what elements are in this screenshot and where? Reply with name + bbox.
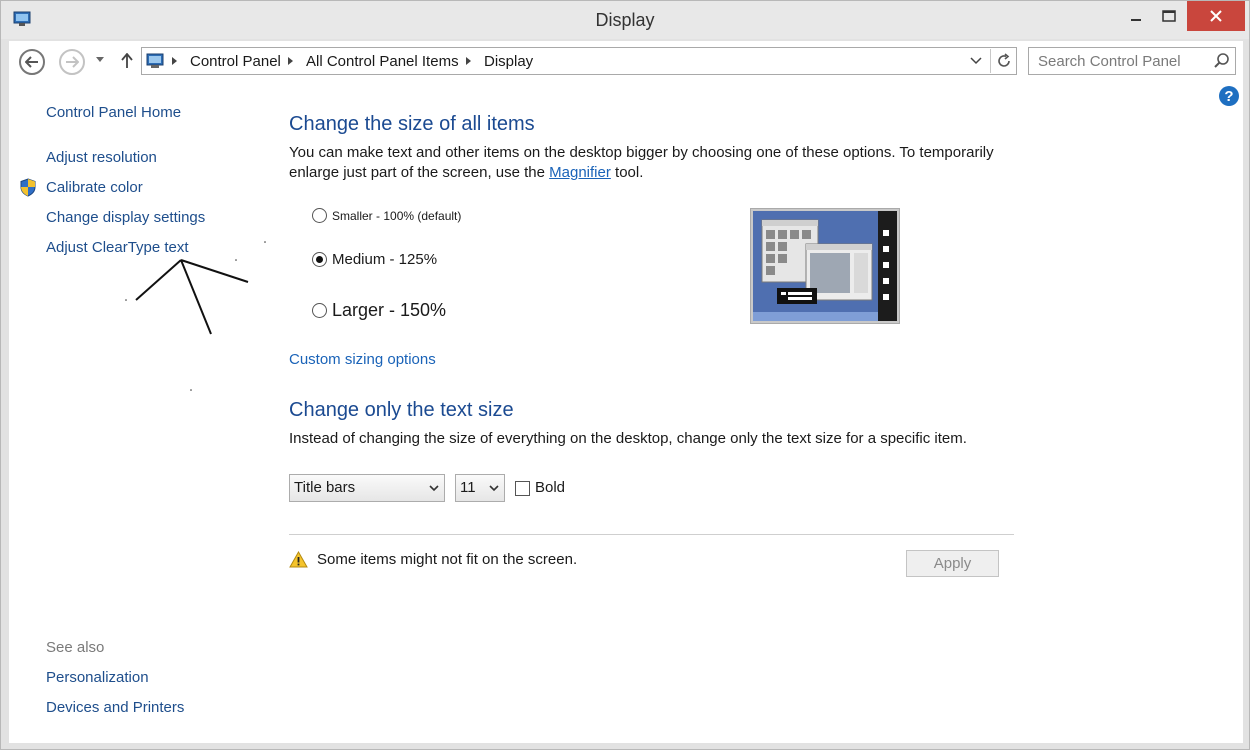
- size-section-heading: Change the size of all items: [289, 113, 535, 135]
- bold-checkbox[interactable]: [515, 481, 530, 496]
- address-history-button[interactable]: [968, 54, 984, 68]
- chevron-down-icon: [970, 57, 982, 65]
- back-button[interactable]: [19, 49, 45, 75]
- breadcrumb-separator[interactable]: [288, 57, 293, 65]
- hand-drawn-arrow-marks: [125, 241, 266, 391]
- sidebar-calibrate-color[interactable]: Calibrate color: [46, 179, 143, 196]
- uac-shield-icon: [20, 178, 36, 197]
- recent-locations-button[interactable]: [93, 53, 107, 67]
- main-content: ? Control Panel Home Adjust resolution C…: [9, 81, 1243, 743]
- bold-label[interactable]: Bold: [535, 479, 565, 496]
- item-select-value: Title bars: [294, 479, 356, 496]
- magnifier-link[interactable]: Magnifier: [549, 164, 611, 181]
- size-description-text: tool.: [610, 164, 644, 181]
- section-divider: [289, 534, 1014, 535]
- radio-larger-label: Larger - 150%: [332, 300, 447, 320]
- refresh-icon: [997, 53, 1010, 67]
- sidebar-personalization[interactable]: Personalization: [46, 669, 149, 686]
- radio-button[interactable]: [312, 208, 327, 223]
- sidebar-devices-and-printers[interactable]: Devices and Printers: [46, 699, 184, 716]
- close-icon: [1210, 10, 1222, 22]
- breadcrumb-all-items[interactable]: All Control Panel Items: [306, 53, 459, 70]
- sidebar-change-display-settings[interactable]: Change display settings: [46, 209, 205, 226]
- radio-medium-label: Medium - 125%: [332, 251, 438, 268]
- text-section-description: Instead of changing the size of everythi…: [289, 430, 967, 447]
- maximize-button[interactable]: [1149, 1, 1189, 31]
- radio-button-selected[interactable]: [312, 252, 327, 267]
- radio-smaller[interactable]: Smaller - 100% (default): [312, 208, 461, 223]
- maximize-icon: [1162, 10, 1176, 22]
- warning-icon: [289, 551, 308, 568]
- radio-larger[interactable]: Larger - 150%: [312, 300, 446, 321]
- help-icon[interactable]: ?: [1219, 86, 1239, 106]
- minimize-icon: [1131, 19, 1141, 21]
- radio-smaller-label: Smaller - 100% (default): [332, 208, 462, 223]
- up-button[interactable]: [117, 50, 137, 72]
- font-size-select[interactable]: 11: [455, 474, 505, 502]
- search-icon[interactable]: [1213, 52, 1231, 70]
- search-box[interactable]: [1028, 47, 1236, 75]
- display-window: Display Control Panel All Control Panel …: [0, 0, 1250, 750]
- text-section-heading: Change only the text size: [289, 399, 514, 421]
- radio-medium[interactable]: Medium - 125%: [312, 251, 437, 268]
- font-size-select-value: 11: [460, 479, 476, 496]
- title-bar: Display: [1, 1, 1249, 39]
- close-button[interactable]: [1187, 1, 1245, 31]
- item-select[interactable]: Title bars: [289, 474, 445, 502]
- radio-button[interactable]: [312, 303, 327, 318]
- sidebar-control-panel-home[interactable]: Control Panel Home: [46, 104, 181, 121]
- size-section-description: You can make text and other items on the…: [289, 143, 994, 183]
- size-description-line2: enlarge just part of the screen, use the…: [289, 163, 994, 183]
- breadcrumb-control-panel[interactable]: Control Panel: [190, 53, 281, 70]
- size-description-text: enlarge just part of the screen, use the: [289, 164, 550, 181]
- chevron-down-icon: [429, 485, 439, 492]
- control-panel-icon: [146, 53, 164, 68]
- breadcrumb-separator[interactable]: [172, 57, 177, 65]
- forward-button[interactable]: [59, 49, 85, 75]
- refresh-button[interactable]: [990, 49, 1016, 73]
- apply-button[interactable]: Apply: [906, 550, 999, 577]
- display-scale-preview: [750, 208, 900, 324]
- custom-sizing-options-link[interactable]: Custom sizing options: [289, 351, 436, 368]
- navigation-bar: Control Panel All Control Panel Items Di…: [9, 41, 1243, 81]
- sidebar-adjust-resolution[interactable]: Adjust resolution: [46, 149, 157, 166]
- address-bar[interactable]: Control Panel All Control Panel Items Di…: [141, 47, 1017, 75]
- up-arrow-icon: [121, 53, 133, 68]
- breadcrumb-display[interactable]: Display: [484, 53, 533, 70]
- search-input[interactable]: [1029, 48, 1209, 74]
- back-arrow-icon: [25, 56, 38, 68]
- size-description-line1: You can make text and other items on the…: [289, 144, 994, 161]
- forward-arrow-icon: [66, 56, 79, 68]
- window-title: Display: [595, 10, 655, 30]
- chevron-down-icon: [96, 57, 104, 62]
- see-also-label: See also: [46, 639, 105, 656]
- chevron-down-icon: [489, 485, 499, 492]
- breadcrumb-separator[interactable]: [466, 57, 471, 65]
- warning-text: Some items might not fit on the screen.: [317, 551, 578, 568]
